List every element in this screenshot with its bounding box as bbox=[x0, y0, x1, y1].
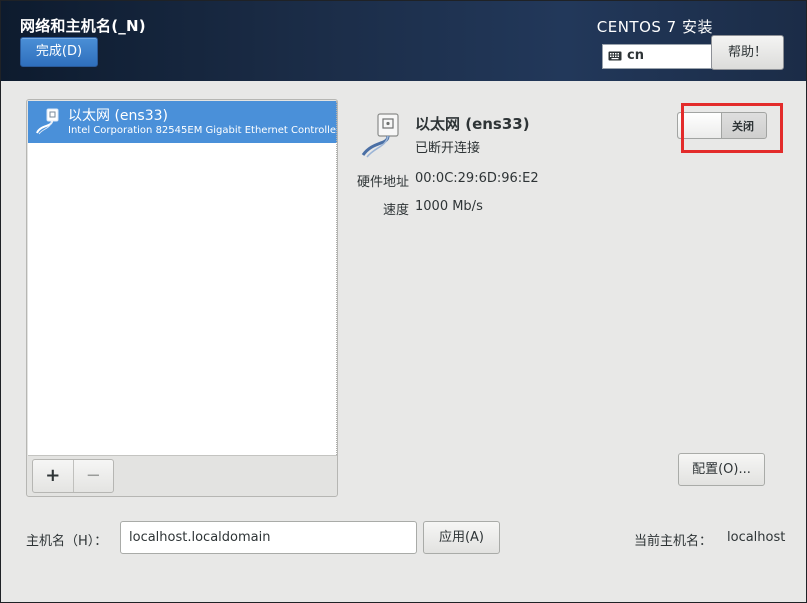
keyboard-icon bbox=[608, 51, 622, 61]
current-hostname-label: 当前主机名： bbox=[634, 534, 713, 549]
ethernet-cable-icon bbox=[36, 108, 59, 135]
hostname-input[interactable] bbox=[120, 521, 417, 554]
switch-state-label: 关闭 bbox=[732, 120, 754, 133]
hardware-address-value: 00:0C:29:6D:96:E2 bbox=[415, 171, 539, 186]
installer-window: 网络和主机名(_N) 完成(D) CENTOS 7 安装 cn 帮助！ 以太网 … bbox=[1, 1, 806, 602]
current-hostname-value: localhost bbox=[727, 530, 786, 545]
device-list-panel: 以太网 (ens33) Intel Corporation 82545EM Gi… bbox=[26, 99, 338, 497]
page-title: 网络和主机名(_N) bbox=[20, 17, 146, 35]
speed-label: 速度 bbox=[382, 203, 409, 218]
keyboard-layout-indicator[interactable]: cn bbox=[602, 44, 712, 69]
apply-button[interactable]: 应用(A) bbox=[423, 521, 500, 554]
hardware-address-label: 硬件地址 bbox=[356, 175, 409, 190]
list-toolbar: + − bbox=[32, 459, 114, 493]
ethernet-cable-icon bbox=[361, 113, 399, 158]
keyboard-layout-text: cn bbox=[627, 48, 644, 63]
done-button[interactable]: 完成(D) bbox=[20, 37, 98, 67]
device-status: 已断开连接 bbox=[415, 141, 481, 156]
header-bar: 网络和主机名(_N) 完成(D) CENTOS 7 安装 cn 帮助！ bbox=[1, 1, 806, 81]
hostname-label: 主机名（H）： bbox=[26, 534, 108, 549]
help-button[interactable]: 帮助！ bbox=[711, 35, 784, 70]
list-item-subtitle: Intel Corporation 82545EM Gigabit Ethern… bbox=[68, 125, 337, 136]
switch-knob[interactable] bbox=[678, 113, 722, 138]
configure-button[interactable]: 配置(O)... bbox=[678, 453, 765, 486]
list-item-title: 以太网 (ens33) bbox=[68, 108, 168, 124]
speed-value: 1000 Mb/s bbox=[415, 199, 483, 214]
product-title: CENTOS 7 安装 bbox=[596, 18, 713, 36]
list-item-ens33[interactable]: 以太网 (ens33) Intel Corporation 82545EM Gi… bbox=[28, 101, 337, 143]
remove-device-button[interactable]: − bbox=[74, 460, 114, 492]
connection-toggle-switch[interactable]: 关闭 bbox=[677, 112, 767, 139]
device-name: 以太网 (ens33) bbox=[415, 115, 530, 133]
add-device-button[interactable]: + bbox=[33, 460, 74, 492]
device-list[interactable]: 以太网 (ens33) Intel Corporation 82545EM Gi… bbox=[28, 101, 337, 456]
